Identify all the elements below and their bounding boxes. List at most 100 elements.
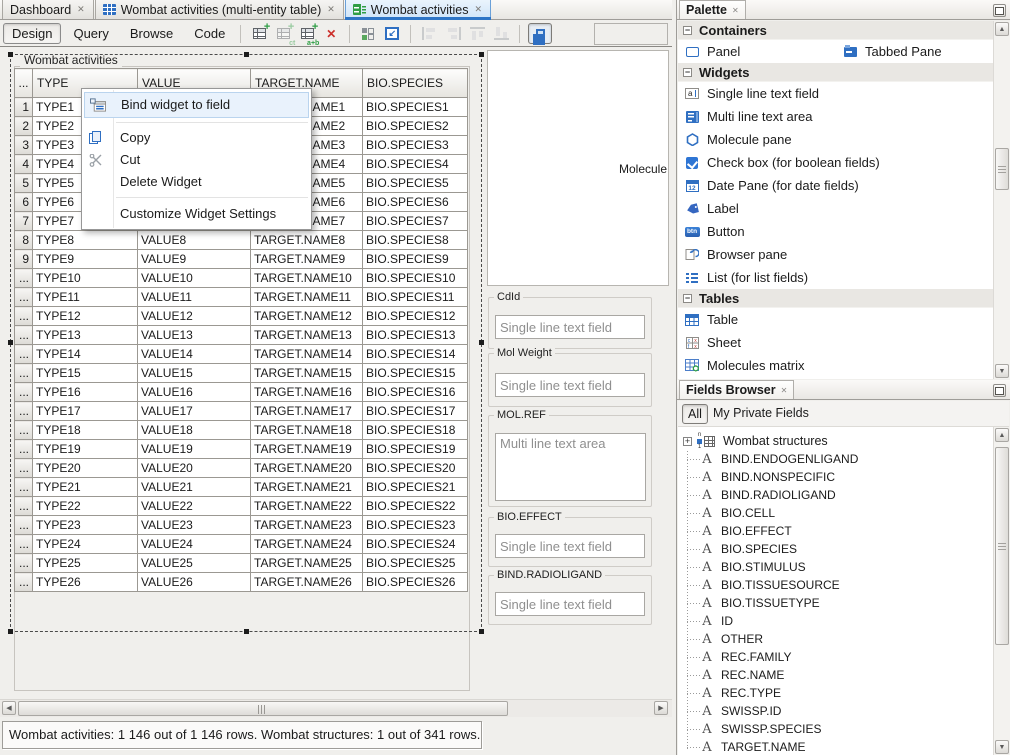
row-header-button[interactable]: ... — [15, 497, 33, 516]
table-cell[interactable]: TYPE19 — [33, 440, 138, 459]
table-cell[interactable]: TYPE10 — [33, 269, 138, 288]
palette-item-table[interactable]: Table — [678, 308, 993, 331]
table-cell[interactable]: TARGET.NAME26 — [251, 573, 363, 592]
scroll-up-icon[interactable]: ▲ — [995, 428, 1009, 442]
tree-node-wombat-structures[interactable]: +n1Wombat structures — [678, 427, 993, 450]
resize-widget-icon[interactable] — [381, 24, 403, 44]
row-header-button[interactable]: 6 — [15, 193, 33, 212]
selection-handle[interactable] — [479, 340, 484, 345]
scroll-left-icon[interactable]: ◀ — [2, 701, 16, 715]
table-cell[interactable]: TARGET.NAME12 — [251, 307, 363, 326]
row-header-button[interactable]: 4 — [15, 155, 33, 174]
menu-item-bind-widget-to-field[interactable]: Bind widget to field — [84, 92, 309, 118]
row-header-button[interactable]: ... — [15, 459, 33, 478]
fields-browser-tab[interactable]: Fields Browser — [679, 380, 794, 399]
tab-dashboard[interactable]: Dashboard — [2, 0, 94, 19]
table-cell[interactable]: BIO.SPECIES16 — [363, 383, 468, 402]
palette-item-tabbed-pane[interactable]: Tabbed Pane — [842, 44, 993, 59]
tree-field-bind-nonspecific[interactable]: ABIND.NONSPECIFIC — [678, 468, 993, 486]
molecule-pane-widget[interactable]: Molecule — [487, 50, 669, 286]
selection-handle[interactable] — [244, 629, 249, 634]
tree-field-bio-cell[interactable]: ABIO.CELL — [678, 504, 993, 522]
table-cell[interactable]: TYPE22 — [33, 497, 138, 516]
tab-wombat-activities[interactable]: Wombat activities — [345, 0, 491, 19]
table-cell[interactable]: VALUE13 — [138, 326, 251, 345]
table-cell[interactable]: BIO.SPECIES15 — [363, 364, 468, 383]
layout-grid-icon[interactable] — [357, 24, 379, 44]
row-header-button[interactable]: ... — [15, 421, 33, 440]
table-cell[interactable]: TARGET.NAME22 — [251, 497, 363, 516]
table-cell[interactable]: TARGET.NAME20 — [251, 459, 363, 478]
row-header-button[interactable]: 2 — [15, 117, 33, 136]
table-cell[interactable]: BIO.SPECIES8 — [363, 231, 468, 250]
table-cell[interactable]: VALUE8 — [138, 231, 251, 250]
table-cell[interactable]: TARGET.NAME25 — [251, 554, 363, 573]
table-cell[interactable]: BIO.SPECIES22 — [363, 497, 468, 516]
table-cell[interactable]: VALUE23 — [138, 516, 251, 535]
table-cell[interactable]: TYPE20 — [33, 459, 138, 478]
scroll-up-icon[interactable]: ▲ — [995, 22, 1009, 36]
palette-item-panel[interactable]: Panel — [684, 44, 835, 59]
palette-scroll-thumb[interactable] — [995, 148, 1009, 190]
table-cell[interactable]: TARGET.NAME19 — [251, 440, 363, 459]
close-icon[interactable] — [76, 4, 86, 15]
expand-icon[interactable]: + — [683, 437, 692, 446]
row-header-button[interactable]: ... — [15, 554, 33, 573]
table-cell[interactable]: BIO.SPECIES5 — [363, 174, 468, 193]
tree-field-target-name[interactable]: ATARGET.NAME — [678, 738, 993, 755]
table-cell[interactable]: TARGET.NAME13 — [251, 326, 363, 345]
table-cell[interactable]: BIO.SPECIES18 — [363, 421, 468, 440]
row-header-button[interactable]: ... — [15, 345, 33, 364]
code-mode-button[interactable]: Code — [185, 23, 234, 44]
selection-handle[interactable] — [8, 340, 13, 345]
fields-scroll-thumb[interactable] — [995, 447, 1009, 645]
table-cell[interactable]: TYPE17 — [33, 402, 138, 421]
row-header-button[interactable]: ... — [15, 364, 33, 383]
scroll-down-icon[interactable]: ▼ — [995, 740, 1009, 754]
scroll-down-icon[interactable]: ▼ — [995, 364, 1009, 378]
row-header-button[interactable]: ... — [15, 307, 33, 326]
design-canvas[interactable]: Wombat activities ... TYPE VALUE TARGET.… — [0, 48, 672, 699]
table-cell[interactable]: VALUE16 — [138, 383, 251, 402]
table-cell[interactable]: VALUE26 — [138, 573, 251, 592]
table-cell[interactable]: BIO.SPECIES25 — [363, 554, 468, 573]
table-cell[interactable]: BIO.SPECIES9 — [363, 250, 468, 269]
table-cell[interactable]: TYPE13 — [33, 326, 138, 345]
table-cell[interactable]: TYPE12 — [33, 307, 138, 326]
table-cell[interactable]: BIO.SPECIES7 — [363, 212, 468, 231]
tree-field-bio-stimulus[interactable]: ABIO.STIMULUS — [678, 558, 993, 576]
row-header-button[interactable]: 9 — [15, 250, 33, 269]
palette-item-label[interactable]: Label — [678, 197, 993, 220]
query-mode-button[interactable]: Query — [64, 23, 117, 44]
table-cell[interactable]: VALUE17 — [138, 402, 251, 421]
table-cell[interactable]: TARGET.NAME15 — [251, 364, 363, 383]
horizontal-scroll-thumb[interactable] — [18, 701, 508, 716]
menu-item-delete-widget[interactable]: Delete Widget — [82, 171, 311, 193]
table-cell[interactable]: TYPE26 — [33, 573, 138, 592]
table-cell[interactable]: TARGET.NAME11 — [251, 288, 363, 307]
palette-item-sheet[interactable]: cxfxSheet — [678, 331, 993, 354]
row-header-button[interactable]: ... — [15, 383, 33, 402]
table-cell[interactable]: BIO.SPECIES3 — [363, 136, 468, 155]
row-header-button[interactable]: ... — [15, 478, 33, 497]
palette-scrollbar[interactable]: ▲ ▼ — [993, 21, 1010, 379]
table-cell[interactable]: VALUE10 — [138, 269, 251, 288]
horizontal-scrollbar[interactable]: ◀ ▶ — [0, 699, 672, 717]
table-cell[interactable]: BIO.SPECIES19 — [363, 440, 468, 459]
bind-radioligand-field[interactable] — [495, 592, 645, 616]
row-header-button[interactable]: 1 — [15, 98, 33, 117]
tree-field-rec-family[interactable]: AREC.FAMILY — [678, 648, 993, 666]
filter-private-fields-button[interactable]: My Private Fields — [713, 406, 809, 420]
table-cell[interactable]: BIO.SPECIES23 — [363, 516, 468, 535]
table-cell[interactable]: TARGET.NAME24 — [251, 535, 363, 554]
palette-item-list-for-list-fields-[interactable]: List (for list fields) — [678, 266, 993, 289]
tree-field-bind-radioligand[interactable]: ABIND.RADIOLIGAND — [678, 486, 993, 504]
tree-field-bio-tissuetype[interactable]: ABIO.TISSUETYPE — [678, 594, 993, 612]
table-cell[interactable]: TYPE16 — [33, 383, 138, 402]
row-header-button[interactable]: 8 — [15, 231, 33, 250]
selection-handle[interactable] — [479, 629, 484, 634]
row-header-button[interactable]: ... — [15, 573, 33, 592]
table-cell[interactable]: BIO.SPECIES20 — [363, 459, 468, 478]
table-cell[interactable]: VALUE18 — [138, 421, 251, 440]
table-cell[interactable]: TYPE23 — [33, 516, 138, 535]
